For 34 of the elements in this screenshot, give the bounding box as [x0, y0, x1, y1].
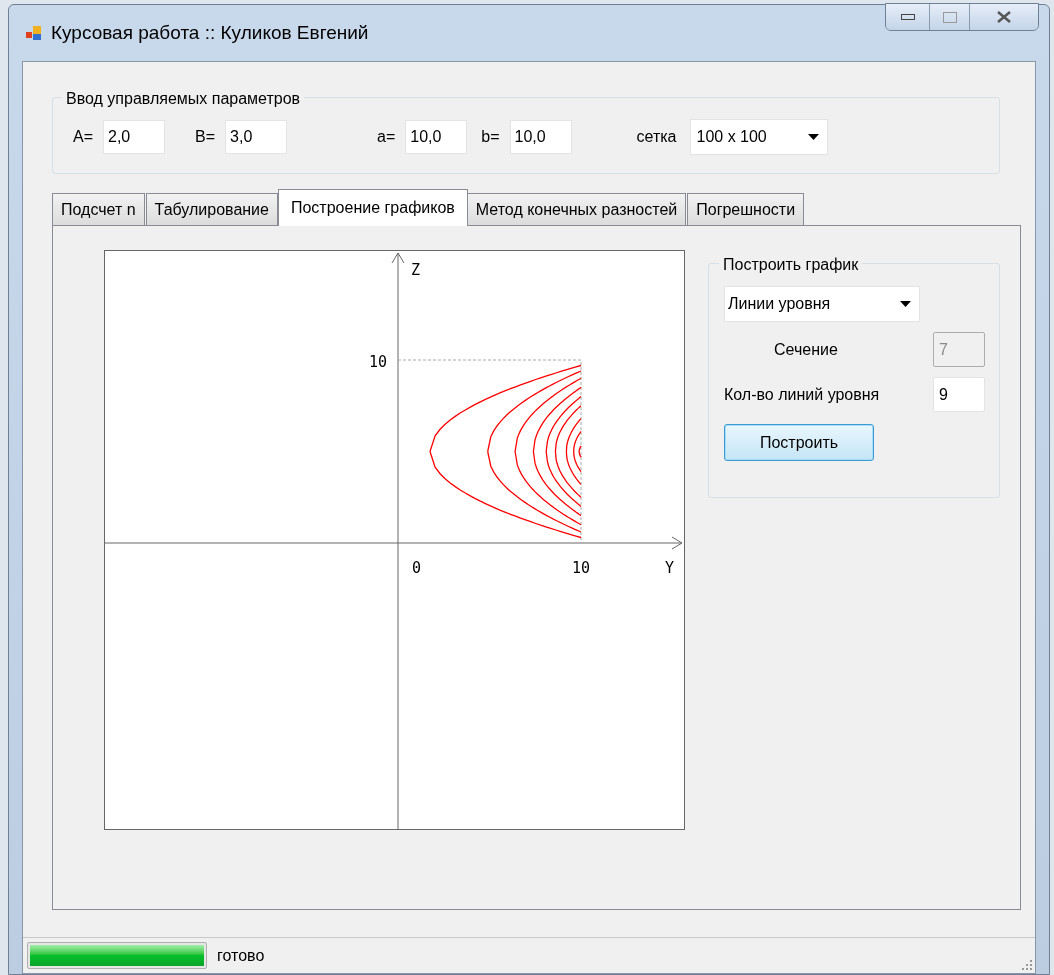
window-title: Курсовая работа :: Куликов Евгений	[51, 20, 369, 45]
status-text: готово	[217, 945, 265, 966]
tab[interactable]: Построение графиков	[277, 189, 468, 226]
tab[interactable]: Табулирование	[145, 193, 278, 226]
tab[interactable]: Метод конечных разностей	[466, 193, 687, 226]
close-icon	[996, 11, 1012, 23]
dropdown-arrow-icon	[808, 133, 820, 140]
field-label: Сечение	[774, 339, 838, 360]
grid-dropdown[interactable]: 100 x 100	[690, 118, 829, 155]
build-button[interactable]: Построить	[724, 424, 874, 461]
tick-label: 0	[412, 558, 422, 579]
field-label: B=	[195, 126, 216, 147]
close-button[interactable]	[970, 4, 1038, 30]
field-label: сетка	[636, 126, 677, 147]
field-label: Кол-во линий уровня	[724, 384, 880, 405]
axis-label: Z	[411, 260, 421, 281]
field-label: A=	[73, 126, 93, 147]
resize-grip-icon	[1021, 959, 1033, 971]
input-field[interactable]: 3,0	[225, 119, 288, 154]
mode-dropdown[interactable]: Линии уровня	[724, 286, 920, 322]
tab[interactable]: Подсчет n	[52, 193, 145, 226]
app-icon	[25, 24, 43, 42]
input-field[interactable]: 2,0	[103, 119, 165, 154]
tick-label: 10	[572, 558, 591, 579]
axis-label: Y	[665, 558, 675, 579]
dropdown-arrow-icon	[900, 301, 911, 307]
tick-label: 10	[369, 352, 388, 373]
minimize-button[interactable]	[886, 4, 930, 30]
input-field[interactable]: 10,0	[405, 119, 468, 154]
tab[interactable]: Погрешности	[687, 193, 805, 226]
input-field[interactable]: 9	[933, 377, 985, 412]
field-label: a=	[377, 126, 396, 147]
input-field[interactable]: 10,0	[509, 119, 572, 154]
field-label: b=	[481, 126, 500, 147]
